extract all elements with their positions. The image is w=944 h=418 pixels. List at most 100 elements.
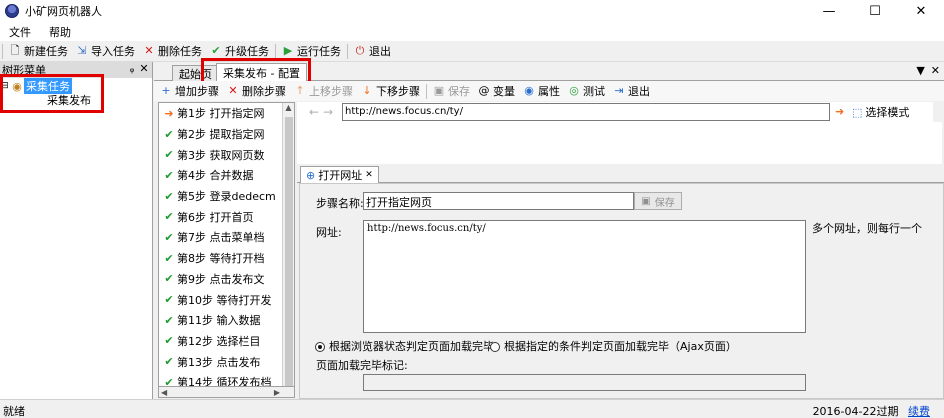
scrollbar-thumb[interactable] — [285, 117, 293, 397]
step-exit-button[interactable]: ⇥ 退出 — [609, 82, 654, 101]
step-item[interactable]: ✔ 第7步 点击菜单档 — [159, 227, 294, 248]
load-mark-input[interactable] — [363, 374, 806, 391]
tab-collect-publish-config[interactable]: 采集发布 - 配置 — [216, 63, 307, 82]
save-step-label: 保存 — [448, 85, 470, 98]
menu-help[interactable]: 帮助 — [40, 24, 80, 40]
select-mode-button[interactable]: ⬚ 选择模式 — [852, 103, 909, 121]
step-item[interactable]: ✔ 第2步 提取指定网 — [159, 124, 294, 145]
collapse-icon[interactable]: ⊟ — [0, 81, 10, 91]
load-mark-label: 页面加载完毕标记: — [316, 359, 408, 372]
tab-start-page[interactable]: 起始页 — [172, 65, 219, 81]
check-icon: ✔ — [164, 334, 174, 348]
step-item[interactable]: ✔ 第9步 点击发布文 — [159, 269, 294, 290]
move-down-button[interactable]: ↓ 下移步骤 — [357, 82, 424, 101]
move-down-label: 下移步骤 — [376, 85, 420, 98]
tab-dropdown-icon[interactable]: ▼ — [916, 64, 924, 77]
arrow-up-icon: ↑ — [295, 84, 305, 97]
radio-browser[interactable] — [315, 342, 325, 352]
step-label: 第5步 登录dedecm — [177, 190, 276, 204]
url-input[interactable]: http://news.focus.cn/ty/ — [342, 103, 830, 121]
pin-icon[interactable]: ᵩ — [126, 62, 138, 75]
run-task-button[interactable]: ▶ 运行任务 — [278, 42, 345, 61]
save-step-button[interactable]: ▣ 保存 — [429, 82, 474, 101]
scroll-up-icon[interactable]: ▲ — [283, 103, 294, 115]
maximize-button[interactable]: ☐ — [852, 0, 898, 22]
upgrade-task-button[interactable]: ✔ 升级任务 — [206, 42, 273, 61]
radio-browser-label: 根据浏览器状态判定页面加载完毕 — [329, 340, 494, 353]
app-icon — [5, 4, 19, 18]
main-toolbar: 🗋 新建任务 ⇲ 导入任务 ✕ 删除任务 ✔ 升级任务 ▶ 运行任务 ⏻ 退出 — [0, 41, 944, 62]
step-exit-label: 退出 — [628, 85, 650, 98]
tree-item-collect-publish[interactable]: 采集发布 — [0, 93, 152, 107]
variable-button[interactable]: @ 变量 — [474, 82, 519, 101]
step-label: 第8步 等待打开档 — [177, 252, 265, 266]
browser-scrollbar[interactable] — [933, 102, 944, 122]
radio-browser-option[interactable]: 根据浏览器状态判定页面加载完毕 — [315, 338, 494, 354]
go-arrow-icon[interactable]: ➜ — [835, 105, 844, 118]
step-item[interactable]: ✔ 第6步 打开首页 — [159, 206, 294, 227]
step-item[interactable]: ✔ 第11步 输入数据 — [159, 310, 294, 331]
current-step-arrow-icon: ➜ — [164, 106, 174, 120]
new-task-label: 新建任务 — [24, 45, 68, 58]
import-task-button[interactable]: ⇲ 导入任务 — [72, 42, 139, 61]
tree-item-label: 采集发布 — [47, 94, 91, 107]
check-icon: ✔ — [164, 355, 174, 369]
step-item[interactable]: ✔ 第4步 合并数据 — [159, 165, 294, 186]
browser-nav-bar: ← → http://news.focus.cn/ty/ ➜ ⬚ 选择模式 — [297, 102, 944, 122]
radio-condition-option[interactable]: 根据指定的条件判定页面加载完毕（Ajax页面） — [490, 338, 737, 354]
toolbar-separator — [347, 43, 348, 59]
close-icon[interactable]: ✕ — [138, 62, 150, 75]
check-icon: ✔ — [164, 230, 174, 244]
tab-strip: 起始页 采集发布 - 配置 ▼ ✕ — [154, 62, 944, 82]
add-step-button[interactable]: + 增加步骤 — [156, 82, 223, 101]
browser-view[interactable] — [297, 122, 942, 164]
radio-condition[interactable] — [490, 342, 500, 352]
tree-panel: 树形菜单 ᵩ ✕ ⊟ ◉ 采集任务 采集发布 — [0, 62, 153, 399]
scroll-left-icon[interactable]: ◀ — [161, 388, 167, 397]
minimize-button[interactable]: — — [806, 0, 852, 22]
floppy-icon: ▣ — [433, 84, 445, 97]
url-textarea[interactable]: http://news.focus.cn/ty/ — [363, 220, 806, 333]
move-up-button[interactable]: ↑ 上移步骤 — [290, 82, 357, 101]
tree-root[interactable]: ⊟ ◉ 采集任务 — [0, 78, 152, 94]
step-list-hscrollbar[interactable]: ◀ ▶ — [158, 386, 295, 398]
exit-button[interactable]: ⏻ 退出 — [350, 42, 395, 61]
step-item[interactable]: ✔ 第3步 获取网页数 — [159, 144, 294, 165]
close-button[interactable]: ✕ — [898, 0, 944, 22]
renew-link[interactable]: 续费 — [908, 405, 930, 418]
step-item[interactable]: ✔ 第13步 点击发布 — [159, 351, 294, 372]
delete-step-button[interactable]: ✕ 删除步骤 — [223, 82, 290, 101]
tab-close-icon[interactable]: ✕ — [931, 64, 940, 77]
floppy-icon: ▣ — [641, 195, 651, 207]
scroll-right-icon[interactable]: ▶ — [274, 388, 280, 397]
at-icon: @ — [478, 84, 490, 97]
step-item[interactable]: ✔ 第8步 等待打开档 — [159, 248, 294, 269]
select-mode-label: 选择模式 — [865, 106, 910, 119]
test-button[interactable]: ◎ 测试 — [564, 82, 609, 101]
properties-tab-strip: ⊕ 打开网址 ✕ — [297, 164, 944, 183]
step-item[interactable]: ➜ 第1步 打开指定网 — [159, 103, 294, 124]
delete-task-button[interactable]: ✕ 删除任务 — [139, 42, 206, 61]
check-icon: ✔ — [164, 293, 174, 307]
forward-button[interactable]: → — [321, 105, 335, 119]
toolbar-grip — [2, 43, 3, 59]
step-list-scrollbar[interactable]: ▲ — [282, 103, 294, 397]
save-step-name-label: 保存 — [654, 197, 675, 209]
step-item[interactable]: ✔ 第5步 登录dedecm — [159, 186, 294, 207]
step-item[interactable]: ✔ 第10步 等待打开发 — [159, 289, 294, 310]
menu-file[interactable]: 文件 — [0, 24, 40, 40]
check-icon: ✔ — [164, 313, 174, 327]
step-label: 第10步 等待打开发 — [177, 293, 272, 307]
select-mode-icon: ⬚ — [852, 105, 863, 119]
properties-button[interactable]: ◉ 属性 — [519, 82, 564, 101]
save-step-name-button[interactable]: ▣ 保存 — [634, 192, 682, 210]
import-task-label: 导入任务 — [91, 45, 135, 58]
step-name-input[interactable]: 打开指定网页 — [363, 192, 634, 210]
tab-open-url[interactable]: ⊕ 打开网址 ✕ — [300, 166, 379, 183]
step-item[interactable]: ✔ 第12步 选择栏目 — [159, 331, 294, 352]
new-task-button[interactable]: 🗋 新建任务 — [5, 42, 72, 61]
tab-close-icon[interactable]: ✕ — [365, 170, 373, 180]
back-button[interactable]: ← — [307, 105, 321, 119]
import-icon: ⇲ — [77, 44, 87, 57]
radio-condition-label: 根据指定的条件判定页面加载完毕（Ajax页面） — [504, 340, 737, 353]
